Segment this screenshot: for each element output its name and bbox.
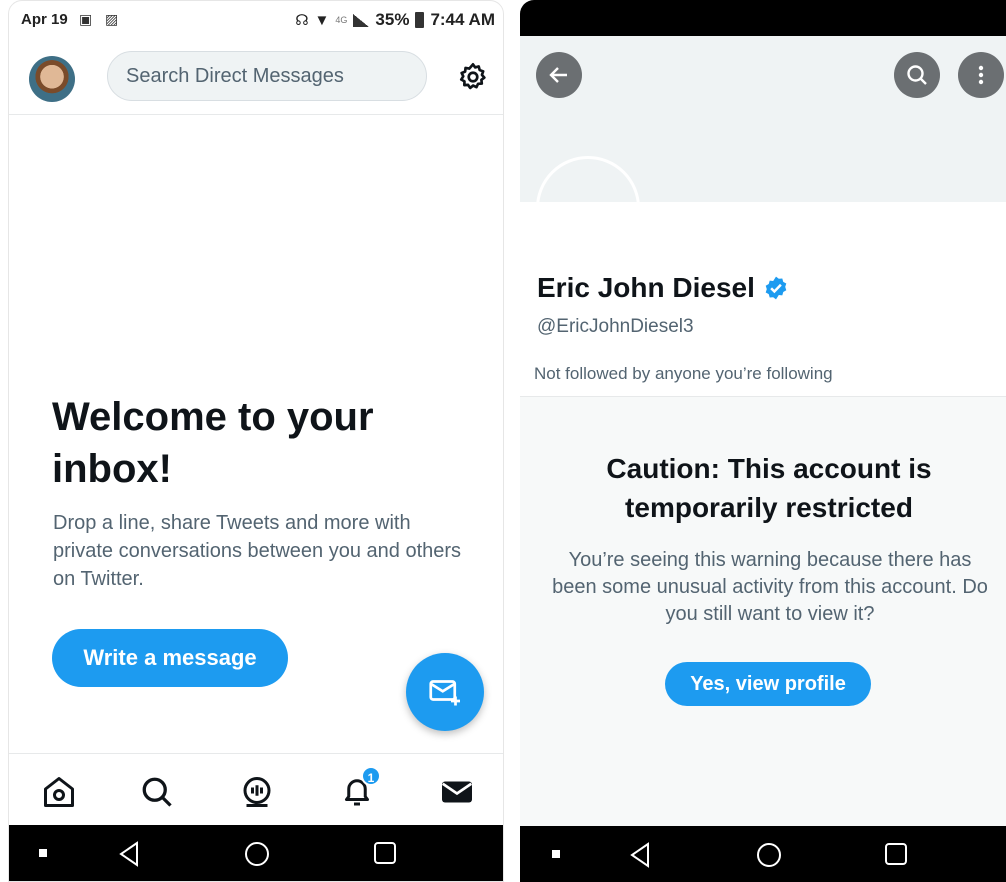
back-icon[interactable] <box>628 842 652 868</box>
back-icon[interactable] <box>117 841 141 867</box>
notification-badge: 1 <box>361 766 381 786</box>
network-type: 4G <box>335 15 348 25</box>
verified-badge-icon[interactable] <box>763 275 789 301</box>
dm-inbox-screen: Apr 19 ▣ ▨ ☊ ▼ 4G 35% 7:44 AM Search Dir… <box>8 0 504 882</box>
image-icon: ▨ <box>105 11 119 27</box>
status-right: ☊ ▼ 4G 35% 7:44 AM <box>295 10 495 30</box>
home-icon[interactable] <box>41 774 77 810</box>
notification-icon: ▣ <box>79 11 93 27</box>
avatar[interactable] <box>29 56 75 102</box>
signal-icon <box>353 13 370 27</box>
back-button[interactable] <box>536 52 582 98</box>
overview-icon[interactable] <box>884 842 908 866</box>
search-input[interactable]: Search Direct Messages <box>107 51 427 101</box>
profile-handle: @EricJohnDiesel3 <box>537 316 694 337</box>
search-icon[interactable] <box>139 774 175 810</box>
profile-name-text: Eric John Diesel <box>537 272 755 303</box>
android-nav-bar <box>9 825 503 881</box>
status-time: 7:44 AM <box>430 10 495 29</box>
search-icon <box>907 65 927 85</box>
battery-percent: 35% <box>375 10 410 29</box>
wifi-icon: ▼ <box>314 11 330 29</box>
view-profile-button[interactable]: Yes, view profile <box>665 662 871 706</box>
overview-icon[interactable] <box>373 841 397 865</box>
gear-icon[interactable] <box>457 61 489 93</box>
arrow-left-icon <box>549 67 567 83</box>
battery-icon <box>415 12 425 28</box>
new-message-fab[interactable] <box>406 653 484 731</box>
headphones-icon: ☊ <box>295 12 309 29</box>
profile-name: Eric John Diesel <box>537 272 789 304</box>
new-message-icon <box>429 680 460 706</box>
recent-dot <box>39 849 47 857</box>
profile-avatar[interactable] <box>536 156 640 260</box>
android-nav-bar <box>520 826 1006 882</box>
profile-search-button[interactable] <box>894 52 940 98</box>
welcome-subtitle: Drop a line, share Tweets and more with … <box>53 512 462 590</box>
profile-screen: Eric John Diesel @EricJohnDiesel3 Not fo… <box>520 0 1006 882</box>
followers-you-know: Not followed by anyone you’re following <box>534 364 833 383</box>
bottom-nav: 1 <box>9 753 503 829</box>
status-bar: Apr 19 ▣ ▨ ☊ ▼ 4G 35% 7:44 AM <box>9 1 503 41</box>
write-message-button[interactable]: Write a message <box>52 629 288 687</box>
status-bar-blank <box>520 0 1006 36</box>
welcome-title: Welcome to your inbox! <box>52 395 374 491</box>
messages-icon[interactable] <box>439 774 475 810</box>
caution-title: Caution: This account is temporarily res… <box>606 453 932 523</box>
more-vertical-icon <box>978 65 984 85</box>
spaces-icon[interactable] <box>239 774 275 810</box>
notifications-tab[interactable]: 1 <box>339 766 381 810</box>
dm-header: Search Direct Messages <box>9 41 503 115</box>
status-date: Apr 19 <box>21 11 68 28</box>
caution-panel: Caution: This account is temporarily res… <box>520 396 1006 828</box>
more-options-button[interactable] <box>958 52 1004 98</box>
home-button-icon[interactable] <box>756 842 782 868</box>
home-button-icon[interactable] <box>244 841 270 867</box>
recent-dot <box>552 850 560 858</box>
caution-message: You’re seeing this warning because there… <box>552 549 988 625</box>
